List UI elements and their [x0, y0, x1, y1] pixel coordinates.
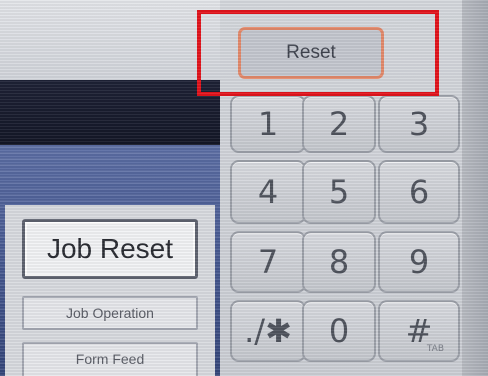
keypad-key-1[interactable]: 1 — [230, 95, 306, 153]
key-label: 1 — [257, 105, 279, 143]
dark-header-band — [0, 80, 220, 150]
key-label: 7 — [257, 243, 279, 281]
keypad-key-8[interactable]: 8 — [302, 231, 376, 293]
job-operation-label: Job Operation — [66, 305, 154, 321]
keypad-key-7[interactable]: 7 — [230, 231, 306, 293]
key-label: 8 — [328, 243, 350, 281]
key-hash-sub-label: TAB — [426, 344, 444, 354]
bezel-edge — [462, 0, 488, 376]
keypad-key-9[interactable]: 9 — [378, 231, 460, 293]
keypad-key-5[interactable]: 5 — [302, 160, 376, 224]
printer-control-panel: Job Reset Job Operation Form Feed Reset … — [0, 0, 488, 376]
key-label: 9 — [408, 243, 430, 281]
key-label: 6 — [408, 173, 430, 211]
key-label: 5 — [328, 173, 350, 211]
form-feed-button[interactable]: Form Feed — [22, 342, 198, 376]
keypad-key-hash[interactable]: # TAB — [378, 300, 460, 362]
job-reset-button[interactable]: Job Reset — [22, 219, 198, 279]
reset-label: Reset — [286, 42, 336, 63]
keypad-key-3[interactable]: 3 — [378, 95, 460, 153]
status-area — [0, 0, 220, 80]
key-label: 2 — [328, 105, 350, 143]
keypad-key-0[interactable]: 0 — [302, 300, 376, 362]
key-label: 3 — [408, 105, 430, 143]
form-feed-label: Form Feed — [75, 351, 145, 367]
key-label: 4 — [257, 173, 279, 211]
key-label: 0 — [328, 312, 350, 350]
reset-button[interactable]: Reset — [238, 27, 384, 79]
keypad-key-6[interactable]: 6 — [378, 160, 460, 224]
keypad-key-4[interactable]: 4 — [230, 160, 306, 224]
keypad-key-decimal-star[interactable]: ./✱ — [230, 300, 306, 362]
job-operation-button[interactable]: Job Operation — [22, 296, 198, 330]
key-label: ./✱ — [244, 312, 292, 350]
keypad-key-2[interactable]: 2 — [302, 95, 376, 153]
job-reset-label: Job Reset — [46, 233, 174, 264]
